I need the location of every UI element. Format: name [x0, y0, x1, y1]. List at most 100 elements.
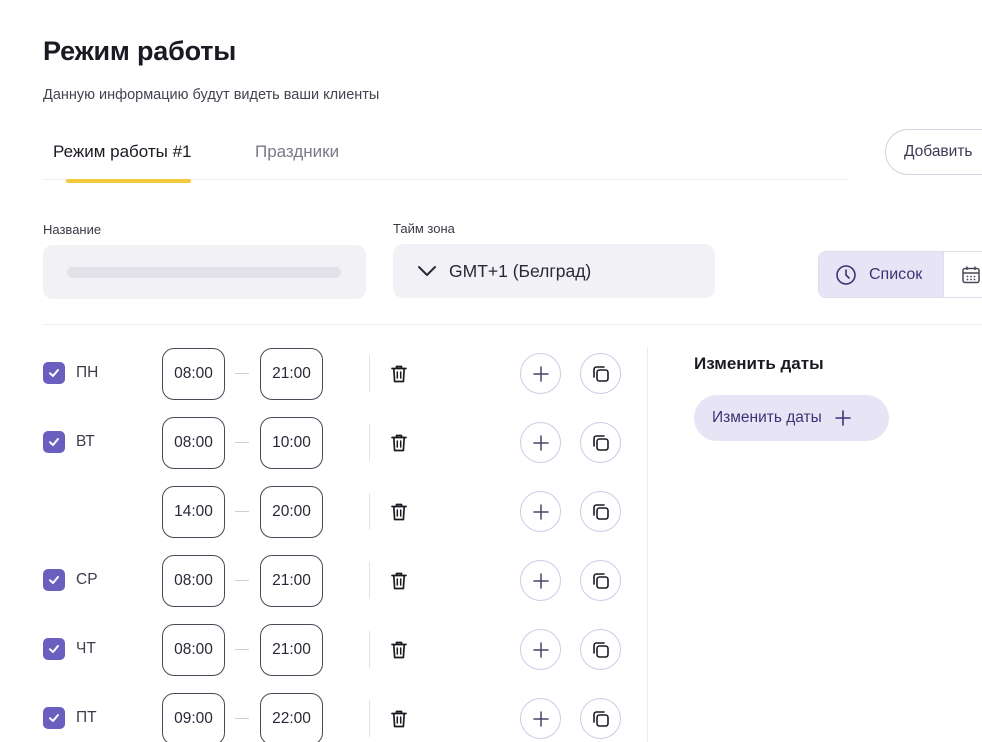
add-interval-button[interactable]	[520, 629, 561, 670]
plus-icon	[532, 710, 550, 728]
copy-icon	[591, 571, 611, 591]
name-input[interactable]	[43, 245, 366, 299]
add-interval-button[interactable]	[520, 353, 561, 394]
row-separator	[369, 562, 370, 599]
day-label: ЧТ	[76, 640, 96, 657]
row-separator	[369, 700, 370, 737]
time-range-dash	[235, 649, 249, 650]
day-checkbox[interactable]	[43, 569, 65, 591]
timezone-value: GMT+1 (Белград)	[449, 260, 592, 281]
copy-interval-button[interactable]	[580, 491, 621, 532]
row-separator	[369, 631, 370, 668]
day-label: ВТ	[76, 433, 95, 450]
day-checkbox[interactable]	[43, 431, 65, 453]
schedule-row: ЧТ 08:00 21:00	[0, 624, 650, 676]
chevron-down-icon	[418, 266, 436, 276]
time-from-input[interactable]: 08:00	[162, 624, 225, 676]
row-separator	[369, 355, 370, 392]
page-title: Режим работы	[43, 36, 237, 66]
time-from-input[interactable]: 14:00	[162, 486, 225, 538]
time-range-dash	[235, 580, 249, 581]
checkmark-icon	[47, 366, 61, 380]
schedule-row: 14:00 20:00	[0, 486, 650, 538]
plus-icon	[834, 410, 851, 426]
view-toggle: Список	[818, 251, 982, 298]
add-interval-button[interactable]	[520, 491, 561, 532]
time-to-input[interactable]: 22:00	[260, 693, 323, 742]
tabs-bar: Режим работы #1 Праздники	[43, 130, 848, 183]
time-from-input[interactable]: 08:00	[162, 348, 225, 400]
plus-icon	[532, 434, 550, 452]
schedule-row: ВТ 08:00 10:00	[0, 417, 650, 469]
time-from-input[interactable]: 09:00	[162, 693, 225, 742]
add-interval-button[interactable]	[520, 422, 561, 463]
day-label: ПН	[76, 364, 99, 381]
day-checkbox[interactable]	[43, 362, 65, 384]
copy-interval-button[interactable]	[580, 422, 621, 463]
row-separator	[369, 424, 370, 461]
schedule-row: СР 08:00 21:00	[0, 555, 650, 607]
copy-interval-button[interactable]	[580, 629, 621, 670]
trash-icon[interactable]	[388, 707, 410, 731]
time-to-input[interactable]: 21:00	[260, 624, 323, 676]
copy-icon	[591, 640, 611, 660]
schedule-row: ПН 08:00 21:00	[0, 348, 650, 400]
add-interval-button[interactable]	[520, 698, 561, 739]
timezone-select[interactable]: GMT+1 (Белград)	[393, 244, 715, 298]
view-calendar-button[interactable]	[943, 252, 982, 297]
checkmark-icon	[47, 573, 61, 587]
calendar-icon	[962, 266, 980, 283]
time-to-input[interactable]: 20:00	[260, 486, 323, 538]
copy-icon	[591, 364, 611, 384]
time-range-dash	[235, 511, 249, 512]
section-divider	[43, 324, 982, 325]
copy-icon	[591, 502, 611, 522]
checkmark-icon	[47, 711, 61, 725]
plus-icon	[532, 503, 550, 521]
checkmark-icon	[47, 435, 61, 449]
tab-holidays[interactable]: Праздники	[255, 142, 339, 162]
copy-interval-button[interactable]	[580, 698, 621, 739]
change-dates-button-label: Изменить даты	[712, 409, 822, 426]
plus-icon	[532, 365, 550, 383]
day-label: ПТ	[76, 709, 97, 726]
view-list-button[interactable]: Список	[819, 252, 943, 297]
schedule-row: ПТ 09:00 22:00	[0, 693, 650, 742]
plus-icon	[532, 572, 550, 590]
plus-icon	[532, 641, 550, 659]
time-to-input[interactable]: 10:00	[260, 417, 323, 469]
change-dates-title: Изменить даты	[694, 354, 824, 373]
time-to-input[interactable]: 21:00	[260, 348, 323, 400]
copy-interval-button[interactable]	[580, 353, 621, 394]
add-interval-button[interactable]	[520, 560, 561, 601]
day-checkbox[interactable]	[43, 707, 65, 729]
add-button[interactable]: Добавить	[885, 129, 982, 175]
active-tab-indicator	[66, 179, 191, 183]
copy-icon	[591, 709, 611, 729]
checkmark-icon	[47, 642, 61, 656]
trash-icon[interactable]	[388, 638, 410, 662]
day-checkbox[interactable]	[43, 638, 65, 660]
day-label: СР	[76, 571, 98, 588]
time-from-input[interactable]: 08:00	[162, 555, 225, 607]
view-list-label: Список	[869, 265, 923, 283]
time-from-input[interactable]: 08:00	[162, 417, 225, 469]
timezone-label: Тайм зона	[393, 221, 455, 236]
trash-icon[interactable]	[388, 569, 410, 593]
column-divider	[647, 348, 648, 742]
clock-icon	[836, 264, 856, 285]
time-range-dash	[235, 718, 249, 719]
trash-icon[interactable]	[388, 362, 410, 386]
change-dates-button[interactable]: Изменить даты	[694, 395, 889, 441]
page-subtitle: Данную информацию будут видеть ваши клие…	[43, 87, 380, 103]
time-range-dash	[235, 442, 249, 443]
copy-icon	[591, 433, 611, 453]
trash-icon[interactable]	[388, 500, 410, 524]
name-placeholder-bar	[67, 267, 341, 278]
trash-icon[interactable]	[388, 431, 410, 455]
name-label: Название	[43, 222, 102, 237]
copy-interval-button[interactable]	[580, 560, 621, 601]
row-separator	[369, 493, 370, 530]
time-to-input[interactable]: 21:00	[260, 555, 323, 607]
tab-work-mode[interactable]: Режим работы #1	[53, 142, 192, 162]
